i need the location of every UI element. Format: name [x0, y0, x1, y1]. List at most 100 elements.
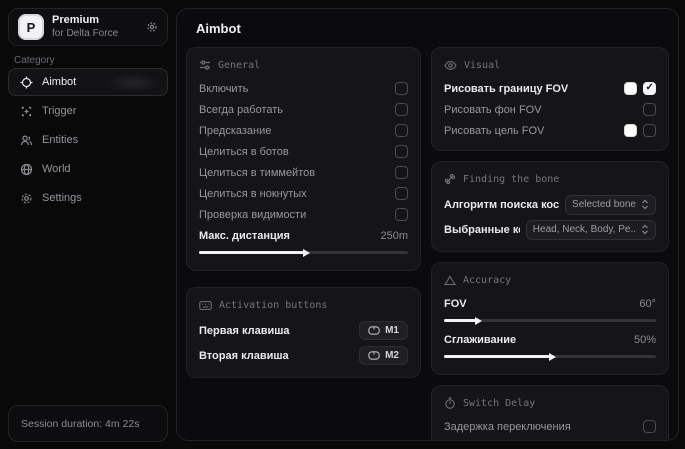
gear-icon[interactable]	[146, 21, 158, 33]
toggle-row: Проверка видимости	[199, 204, 408, 225]
chevrons-up-down-icon	[641, 199, 649, 210]
checkbox[interactable]	[643, 420, 656, 433]
toggle-label: Включить	[199, 83, 389, 95]
slider-fill	[444, 319, 476, 322]
checkbox[interactable]	[395, 166, 408, 179]
slider-track	[444, 319, 656, 322]
slider-fill	[199, 251, 304, 254]
mouse-icon	[368, 351, 380, 360]
triangle-icon	[444, 275, 456, 286]
fov-slider[interactable]	[444, 316, 656, 325]
card-title: Switch Delay	[463, 398, 535, 409]
checkbox[interactable]	[395, 103, 408, 116]
visual-row: Рисовать фон FOV	[444, 99, 656, 120]
toggle-label: Задержка переключения	[444, 421, 637, 433]
visual-row: Рисовать границу FOV	[444, 78, 656, 99]
sidebar: P Premium for Delta Force Category Aimbo…	[0, 0, 176, 449]
right-column: Visual Рисовать границу FOV Рисовать фон…	[431, 47, 669, 441]
accuracy-card-header: Accuracy	[444, 272, 656, 288]
brand-card: P Premium for Delta Force	[8, 8, 168, 46]
slider-header-row: Макс. дистанция 250m	[199, 225, 408, 246]
toggle-row: Всегда работать	[199, 99, 408, 120]
sidebar-item-label: Aimbot	[42, 76, 76, 88]
slider-track	[444, 355, 656, 358]
sidebar-item-world[interactable]: World	[8, 155, 168, 183]
toggle-label: Целиться в нокнутых	[199, 188, 389, 200]
sidebar-item-label: Entities	[42, 134, 78, 146]
selected-bones-select[interactable]: Head, Neck, Body, Pe..	[526, 220, 656, 240]
activation-card: Activation buttons Первая клавиша M1	[186, 287, 421, 378]
checkbox[interactable]	[643, 103, 656, 116]
slider-track	[199, 251, 408, 254]
select-value: Selected bone	[572, 199, 636, 210]
keyboard-icon	[199, 300, 212, 311]
slider-fill	[444, 355, 550, 358]
toggle-label: Предсказание	[199, 125, 389, 137]
toggle-row: Целиться в ботов	[199, 141, 408, 162]
checkbox[interactable]	[395, 82, 408, 95]
checkbox[interactable]	[643, 124, 656, 137]
visual-row: Рисовать цель FOV	[444, 120, 656, 141]
bone-card-header: Finding the bone	[444, 171, 656, 187]
keybind-button-m2[interactable]: M2	[359, 346, 408, 365]
brand-text: Premium for Delta Force	[52, 15, 138, 39]
entities-icon	[20, 134, 33, 147]
chevrons-up-down-icon	[641, 224, 649, 235]
brand-title: Premium	[52, 15, 138, 27]
smoothing-slider[interactable]	[444, 352, 656, 361]
main-panel: Aimbot General Включить	[176, 8, 679, 441]
session-duration: Session duration: 4m 22s	[8, 405, 168, 442]
bone-row: Выбранные кости Head, Neck, Body, Pe..	[444, 217, 656, 242]
keybind-value: M1	[385, 325, 399, 336]
sidebar-item-label: Settings	[42, 192, 82, 204]
visual-label: Рисовать границу FOV	[444, 83, 618, 95]
max-distance-slider[interactable]	[199, 248, 408, 257]
left-column: General Включить Всегда работать Предска…	[186, 47, 421, 441]
sidebar-item-label: Trigger	[42, 105, 76, 117]
slider-header-row: Задержка переключения (мс) 1000 ms	[444, 437, 656, 441]
visual-card-header: Visual	[444, 57, 656, 73]
card-title: Accuracy	[463, 275, 511, 286]
brand-subtitle: for Delta Force	[52, 29, 138, 40]
slider-header-row: Сглаживание 50%	[444, 329, 656, 350]
checkbox[interactable]	[395, 187, 408, 200]
card-title: Activation buttons	[219, 300, 327, 311]
switch-delay-card: Switch Delay Задержка переключения Задер…	[431, 385, 669, 441]
toggle-row: Целиться в нокнутых	[199, 183, 408, 204]
slider-label: Сглаживание	[444, 334, 628, 346]
toggle-row: Целиться в тиммейтов	[199, 162, 408, 183]
timer-icon	[444, 397, 456, 409]
slider-value: 50%	[634, 334, 656, 346]
visual-label: Рисовать цель FOV	[444, 125, 618, 137]
color-swatch[interactable]	[624, 82, 637, 95]
sidebar-item-entities[interactable]: Entities	[8, 126, 168, 154]
app-window: P Premium for Delta Force Category Aimbo…	[0, 0, 685, 449]
checkbox[interactable]	[395, 124, 408, 137]
card-title: Visual	[464, 60, 500, 71]
keybind-value: M2	[385, 350, 399, 361]
trigger-icon	[20, 105, 33, 118]
bone-algorithm-select[interactable]: Selected bone	[565, 195, 656, 215]
visual-label: Рисовать фон FOV	[444, 104, 637, 116]
keybind-button-m1[interactable]: M1	[359, 321, 408, 340]
checkbox[interactable]	[395, 208, 408, 221]
sidebar-item-aimbot[interactable]: Aimbot	[8, 68, 168, 96]
select-value: Head, Neck, Body, Pe..	[533, 224, 636, 235]
crosshair-icon	[20, 76, 33, 89]
keybind-label: Вторая клавиша	[199, 350, 353, 362]
keybind-row: Вторая клавиша M2	[199, 343, 408, 368]
checkbox[interactable]	[395, 145, 408, 158]
card-title: General	[218, 60, 260, 71]
slider-value: 250m	[380, 230, 408, 242]
toggle-row: Задержка переключения	[444, 416, 656, 437]
toggle-row: Включить	[199, 78, 408, 99]
slider-label: Макс. дистанция	[199, 230, 374, 242]
toggle-label: Проверка видимости	[199, 209, 389, 221]
bone-label: Выбранные кости	[444, 224, 520, 236]
bone-row: Алгоритм поиска костей Selected bone	[444, 192, 656, 217]
sidebar-item-settings[interactable]: Settings	[8, 184, 168, 212]
sidebar-item-trigger[interactable]: Trigger	[8, 97, 168, 125]
color-swatch[interactable]	[624, 124, 637, 137]
accuracy-card: Accuracy FOV 60° Сглаживание 50%	[431, 262, 669, 375]
checkbox[interactable]	[643, 82, 656, 95]
